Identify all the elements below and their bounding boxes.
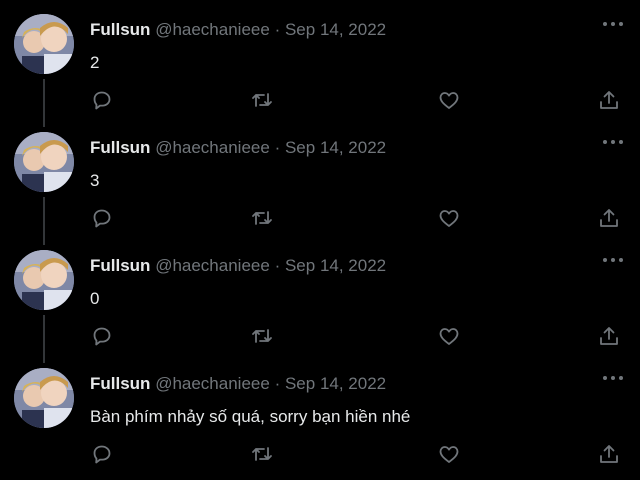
share-icon[interactable] bbox=[597, 442, 621, 466]
tweet-date[interactable]: Sep 14, 2022 bbox=[285, 20, 386, 39]
display-name[interactable]: Fullsun bbox=[90, 374, 150, 393]
tweet-text: Bàn phím nhảy số quá, sorry bạn hiền nhé bbox=[90, 407, 411, 426]
tweet-date[interactable]: Sep 14, 2022 bbox=[285, 138, 386, 157]
tweet-text: 3 bbox=[90, 171, 100, 190]
separator: · bbox=[274, 374, 281, 393]
tweet[interactable]: Fullsun @haechanieee · Sep 14, 2022 0 bbox=[0, 236, 640, 363]
tweet-header: Fullsun @haechanieee · Sep 14, 2022 bbox=[90, 138, 386, 158]
separator: · bbox=[274, 20, 281, 39]
more-icon[interactable] bbox=[600, 250, 626, 270]
avatar-image bbox=[14, 14, 74, 74]
reply-icon[interactable] bbox=[90, 88, 114, 112]
tweet[interactable]: Fullsun @haechanieee · Sep 14, 2022 2 bbox=[0, 0, 640, 127]
avatar-image bbox=[14, 368, 74, 428]
avatar[interactable] bbox=[14, 250, 74, 310]
retweet-icon[interactable] bbox=[250, 324, 274, 348]
share-icon[interactable] bbox=[597, 324, 621, 348]
tweet-text: 0 bbox=[90, 289, 100, 308]
reply-icon[interactable] bbox=[90, 442, 114, 466]
avatar[interactable] bbox=[14, 368, 74, 428]
tweet-actions bbox=[90, 206, 630, 230]
tweet-date[interactable]: Sep 14, 2022 bbox=[285, 256, 386, 275]
like-icon[interactable] bbox=[437, 324, 461, 348]
tweet-header: Fullsun @haechanieee · Sep 14, 2022 bbox=[90, 256, 386, 276]
retweet-icon[interactable] bbox=[250, 88, 274, 112]
display-name[interactable]: Fullsun bbox=[90, 138, 150, 157]
tweet[interactable]: Fullsun @haechanieee · Sep 14, 2022 Bàn … bbox=[0, 354, 640, 472]
separator: · bbox=[274, 138, 281, 157]
tweet-actions bbox=[90, 324, 630, 348]
like-icon[interactable] bbox=[437, 442, 461, 466]
tweet-date[interactable]: Sep 14, 2022 bbox=[285, 374, 386, 393]
more-icon[interactable] bbox=[600, 368, 626, 388]
tweet-thread: Fullsun @haechanieee · Sep 14, 2022 2 Fu… bbox=[0, 0, 640, 480]
tweet[interactable]: Fullsun @haechanieee · Sep 14, 2022 3 bbox=[0, 118, 640, 245]
user-handle[interactable]: @haechanieee bbox=[155, 20, 270, 39]
more-icon[interactable] bbox=[600, 132, 626, 152]
reply-icon[interactable] bbox=[90, 324, 114, 348]
separator: · bbox=[274, 256, 281, 275]
tweet-header: Fullsun @haechanieee · Sep 14, 2022 bbox=[90, 374, 386, 394]
avatar[interactable] bbox=[14, 132, 74, 192]
user-handle[interactable]: @haechanieee bbox=[155, 138, 270, 157]
tweet-actions bbox=[90, 88, 630, 112]
tweet-actions bbox=[90, 442, 630, 466]
tweet-text: 2 bbox=[90, 53, 100, 72]
reply-icon[interactable] bbox=[90, 206, 114, 230]
like-icon[interactable] bbox=[437, 206, 461, 230]
tweet-header: Fullsun @haechanieee · Sep 14, 2022 bbox=[90, 20, 386, 40]
share-icon[interactable] bbox=[597, 206, 621, 230]
user-handle[interactable]: @haechanieee bbox=[155, 256, 270, 275]
avatar-image bbox=[14, 250, 74, 310]
user-handle[interactable]: @haechanieee bbox=[155, 374, 270, 393]
display-name[interactable]: Fullsun bbox=[90, 20, 150, 39]
share-icon[interactable] bbox=[597, 88, 621, 112]
avatar[interactable] bbox=[14, 14, 74, 74]
more-icon[interactable] bbox=[600, 14, 626, 34]
retweet-icon[interactable] bbox=[250, 206, 274, 230]
avatar-image bbox=[14, 132, 74, 192]
retweet-icon[interactable] bbox=[250, 442, 274, 466]
like-icon[interactable] bbox=[437, 88, 461, 112]
display-name[interactable]: Fullsun bbox=[90, 256, 150, 275]
